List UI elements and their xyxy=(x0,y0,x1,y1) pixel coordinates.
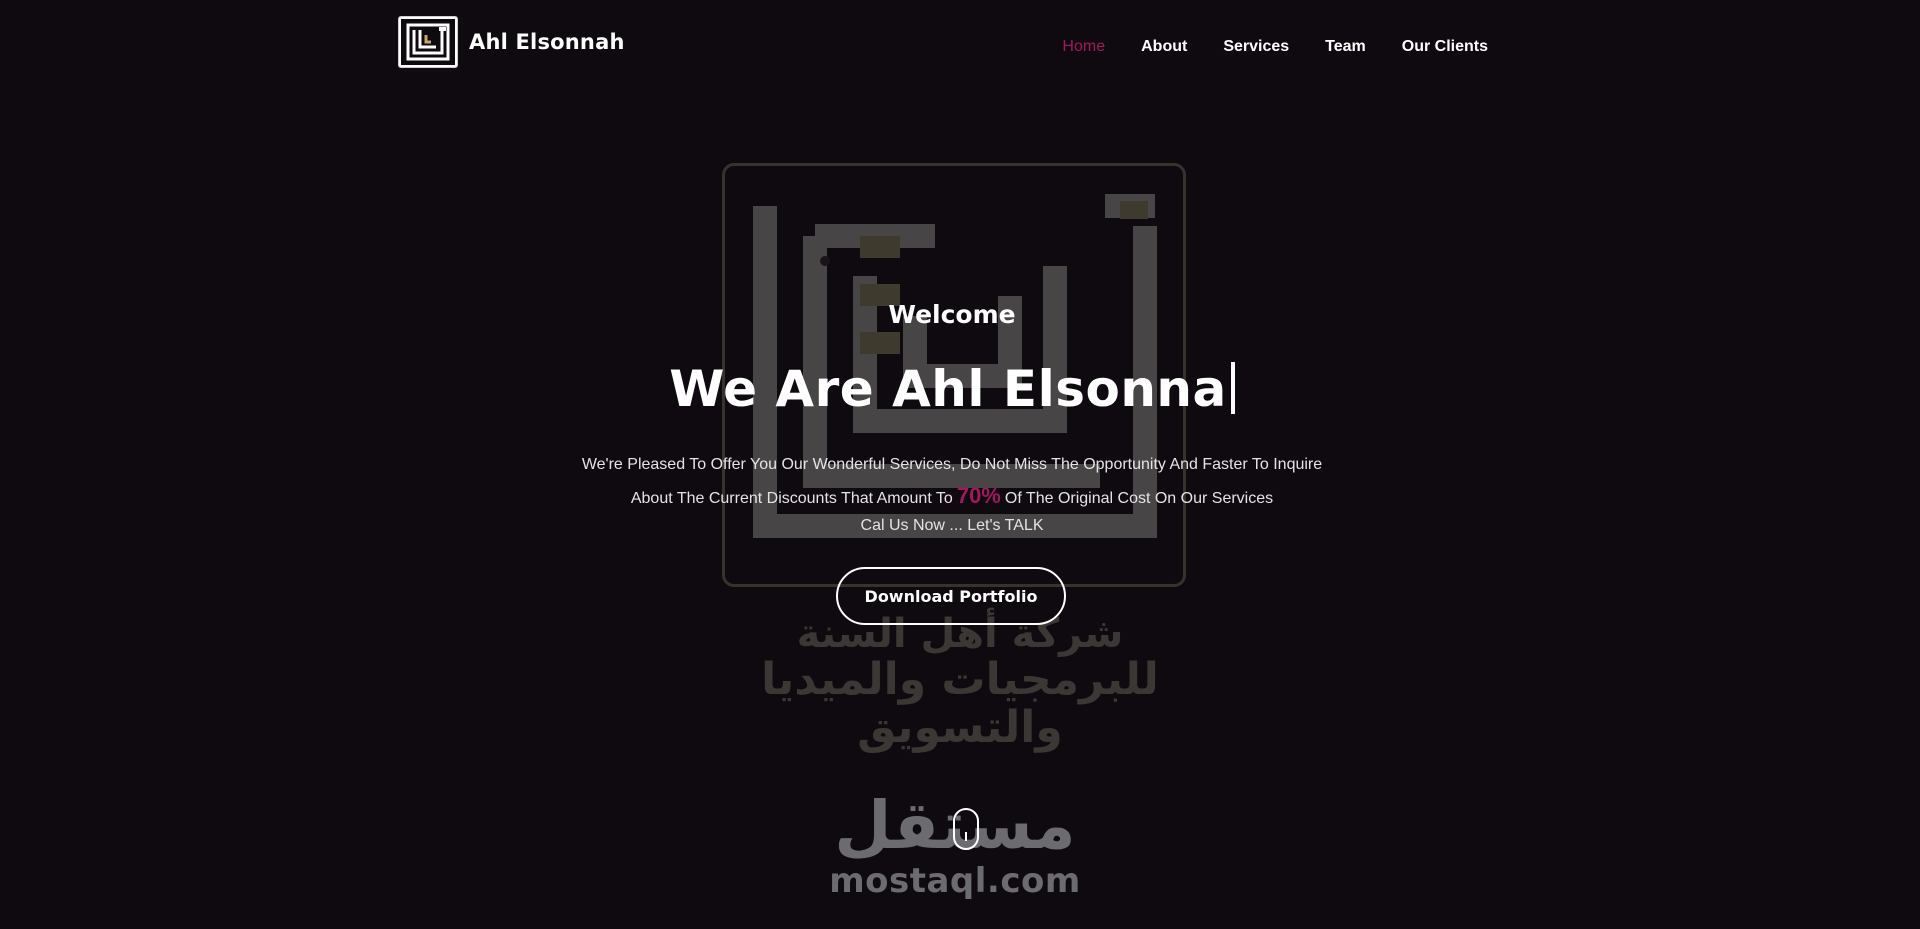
nav-home[interactable]: Home xyxy=(1062,37,1105,57)
tagline-line2-after: Of The Original Cost On Our Services xyxy=(1004,490,1274,507)
brand-name[interactable]: Ahl Elsonnah xyxy=(469,30,625,54)
nav-team[interactable]: Team xyxy=(1325,37,1366,57)
tagline-line1: We're Pleased To Offer You Our Wonderful… xyxy=(581,456,1323,473)
calligraphy-logo-icon xyxy=(401,19,455,65)
nav-services[interactable]: Services xyxy=(1223,37,1289,57)
hero-tagline: We're Pleased To Offer You Our Wonderful… xyxy=(0,449,1904,538)
company-arabic-name-line2: للبرمجيات والميديا والتسويق xyxy=(761,654,1159,754)
hero-headline-text: We Are Ahl Elsonna xyxy=(669,360,1227,418)
page: Ahl Elsonnah Home About Services Team Ou… xyxy=(0,0,1920,929)
nav-about[interactable]: About xyxy=(1141,37,1187,57)
company-arabic-name-watermark: شركة أهل السنة للبرمجيات والميديا والتسو… xyxy=(700,612,1220,753)
hero-headline: We Are Ahl Elsonna xyxy=(0,360,1904,418)
tagline-line2-before: About The Current Discounts That Amount … xyxy=(630,490,953,507)
brand[interactable]: Ahl Elsonnah xyxy=(398,16,625,68)
nav-our-clients[interactable]: Our Clients xyxy=(1402,37,1488,57)
logo-glyph-icon xyxy=(406,23,450,61)
mouse-wheel-icon xyxy=(965,832,967,841)
main-nav: Home About Services Team Our Clients xyxy=(1026,37,1488,57)
hero-welcome: Welcome xyxy=(888,300,1016,329)
brand-logo[interactable] xyxy=(398,16,458,68)
scroll-down-mouse-icon[interactable] xyxy=(953,808,979,850)
mostaql-watermark-latin: mostaql.com xyxy=(829,861,1081,901)
discount-value: 70% xyxy=(956,483,1001,508)
tagline-call: Cal Us Now ... Let's TALK xyxy=(860,517,1044,534)
typing-cursor xyxy=(1230,362,1235,414)
download-portfolio-button[interactable]: Download Portfolio xyxy=(836,567,1066,625)
